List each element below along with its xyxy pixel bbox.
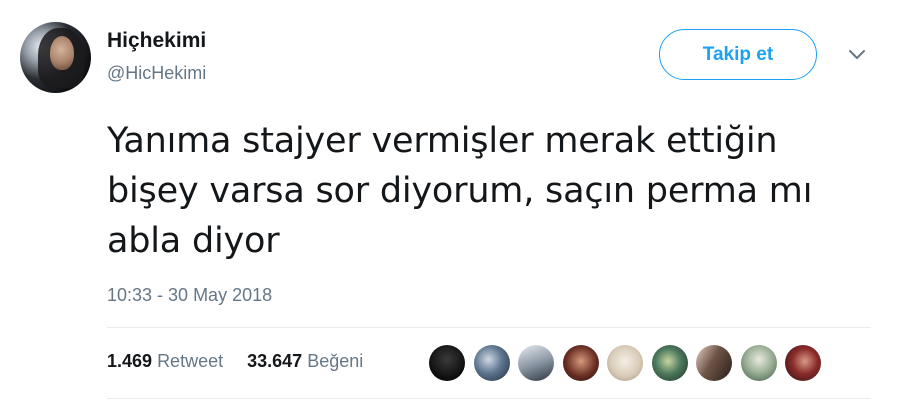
tweet-timestamp[interactable]: 10:33 - 30 May 2018 [107,285,272,306]
liker-avatar-4[interactable] [562,345,599,381]
display-name[interactable]: Hiçhekimi [107,29,206,53]
like-label: Beğeni [307,351,364,371]
like-stat[interactable]: 33.647 Beğeni [242,351,363,371]
retweet-count: 1.469 [107,351,153,371]
retweet-stat[interactable]: 1.469 Retweet [107,351,228,371]
divider [107,327,871,328]
tweet-stats: 1.469 Retweet 33.647 Beğeni [107,351,363,372]
tweet-text-line: bişey varsa sor diyorum, saçın perma mı [107,171,813,211]
liker-avatar-6[interactable] [651,345,688,381]
retweet-label: Retweet [157,351,224,371]
liker-avatar-8[interactable] [740,345,777,381]
liker-avatar-9[interactable] [785,345,821,381]
avatar-face [50,36,74,70]
tweet-text: Yanıma stajyer vermişler merak ettiğin b… [107,116,867,266]
liker-avatar-7[interactable] [696,345,732,381]
liker-avatar-1[interactable] [429,345,465,381]
tweet-card: Hiçhekimi @HicHekimi Takip et Yanıma sta… [0,0,900,417]
tweet-text-line: abla diyor [107,221,280,261]
chevron-down-icon[interactable] [847,48,867,62]
liker-avatar-2[interactable] [473,345,510,381]
avatar[interactable] [20,22,91,93]
like-count: 33.647 [247,351,303,371]
follow-button[interactable]: Takip et [659,29,817,80]
liker-avatar-3[interactable] [518,345,554,381]
user-handle[interactable]: @HicHekimi [107,63,206,84]
liker-avatar-5[interactable] [607,345,643,381]
divider [107,398,871,399]
likers-list [429,345,830,381]
tweet-text-line: Yanıma stajyer vermişler merak ettiğin [107,121,778,161]
